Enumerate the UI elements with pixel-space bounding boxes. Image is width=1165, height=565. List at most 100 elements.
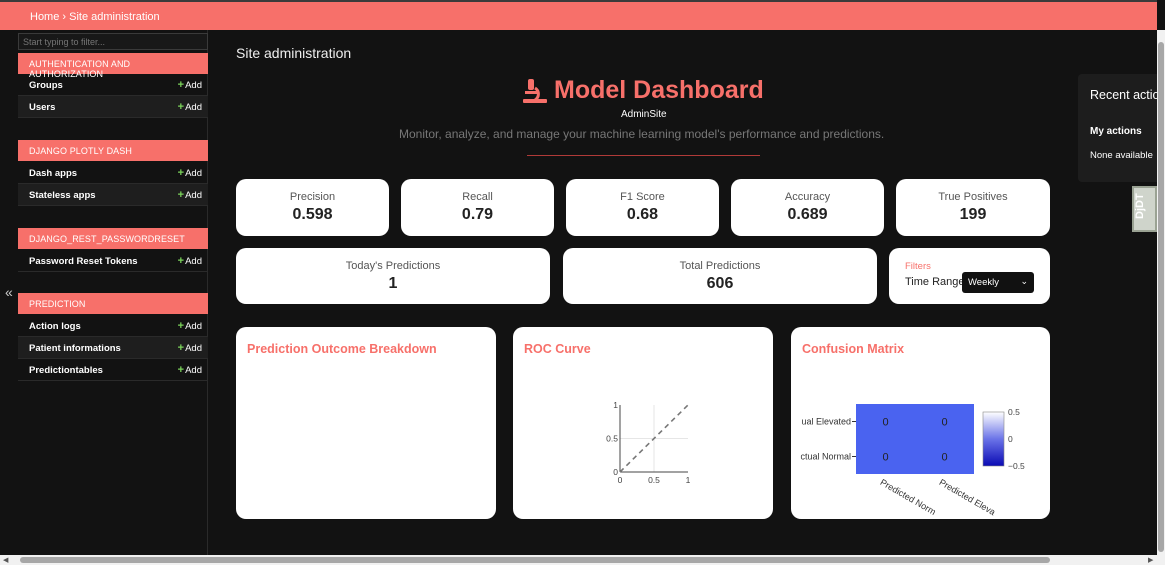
horizontal-scrollbar-thumb[interactable] [20,557,1050,563]
add-label: Add [185,343,202,354]
breadcrumb-home[interactable]: Home [30,11,59,23]
plus-icon: + [177,255,185,267]
todays-predictions-card: Today's Predictions 1 [236,248,550,304]
dashboard-title-text: Model Dashboard [554,76,764,104]
metric-value: 1 [388,275,398,292]
section-auth[interactable]: AUTHENTICATION AND AUTHORIZATION [18,53,208,79]
heatmap-cell-value: 0 [941,452,947,464]
sidebar-item-label[interactable]: Users [29,102,55,113]
metric-label: Today's Predictions [345,260,441,272]
add-predictiontables-button[interactable]: +Add [178,364,202,376]
roc-x-tick-label: 1 [686,475,691,485]
sidebar-item-patient-informations[interactable]: Patient informations +Add [18,337,208,359]
add-dash-apps-button[interactable]: +Add [178,167,202,179]
roc-y-tick-label: 0 [613,467,618,477]
sidebar-item-action-logs[interactable]: Action logs +Add [18,315,208,337]
sidebar-item-label[interactable]: Predictiontables [29,365,103,376]
header-bar: Home › Site administration [0,0,1157,30]
sidebar-item-predictiontables[interactable]: Predictiontables +Add [18,359,208,381]
add-patient-informations-button[interactable]: +Add [178,342,202,354]
metric-label: Precision [289,191,336,203]
metric-label: True Positives [938,191,1008,203]
add-label: Add [185,168,202,179]
sidebar-item-users[interactable]: Users +Add [18,96,208,118]
add-label: Add [185,321,202,332]
vertical-scrollbar-thumb[interactable] [1158,42,1164,552]
plus-icon: + [177,189,185,201]
roc-y-tick-label: 0.5 [606,434,618,444]
add-groups-button[interactable]: +Add [178,79,202,91]
heatmap-row-label: ctual Normal [800,452,851,462]
add-label: Add [185,190,202,201]
add-label: Add [185,80,202,91]
time-range-value: Weekly [968,277,999,288]
heatmap-cell-value: 0 [882,452,888,464]
add-password-reset-tokens-button[interactable]: +Add [178,255,202,267]
roc-curve-card: ROC Curve 0 0.5 1 0 0.5 1 [513,327,773,519]
plus-icon: + [177,364,185,376]
colorbar-tick-label: −0.5 [1008,461,1025,471]
metric-label: Recall [462,191,493,203]
heatmap-col-label: Predicted Eleva [938,477,998,517]
sidebar-item-groups[interactable]: Groups +Add [18,74,208,96]
sidebar-item-label[interactable]: Action logs [29,321,81,332]
add-users-button[interactable]: +Add [178,101,202,113]
plus-icon: + [177,79,185,91]
sidebar-item-label[interactable]: Stateless apps [29,190,96,201]
dashboard-subtitle: Monitor, analyze, and manage your machin… [399,127,885,141]
filters-title: Filters [905,261,931,272]
horizontal-scrollbar[interactable]: ◀ ▶ [0,555,1165,565]
time-range-label: Time Range [905,276,965,288]
chevron-down-icon: ⌄ [1020,276,1028,286]
debug-toolbar-handle[interactable]: DjDT [1132,186,1157,232]
metric-card-precision: Precision 0.598 [236,179,389,236]
heatmap-cell-value: 0 [941,417,947,429]
add-action-logs-button[interactable]: +Add [178,320,202,332]
add-stateless-apps-button[interactable]: +Add [178,189,202,201]
sidebar-item-password-reset-tokens[interactable]: Password Reset Tokens +Add [18,250,208,272]
section-prediction[interactable]: PREDICTION [18,293,208,314]
breadcrumb-separator: › [62,11,67,23]
metric-card-f1: F1 Score 0.68 [566,179,719,236]
scroll-left-icon[interactable]: ◀ [3,556,8,564]
plus-icon: + [177,342,185,354]
roc-curve-chart: 0 0.5 1 0 0.5 1 [606,400,691,485]
sidebar-item-dash-apps[interactable]: Dash apps +Add [18,162,208,184]
sidebar-item-label[interactable]: Groups [29,80,63,91]
collapse-sidebar-button[interactable]: « [5,284,13,300]
sidebar-item-label[interactable]: Password Reset Tokens [29,256,138,267]
outcome-breakdown-card: Prediction Outcome Breakdown [236,327,496,519]
plus-icon: + [177,320,185,332]
add-label: Add [185,365,202,376]
outcome-breakdown-title: Prediction Outcome Breakdown [247,342,437,356]
roc-x-tick-label: 0 [618,475,623,485]
metric-value: 199 [959,206,987,223]
heatmap-row-label: ual Elevated [801,417,851,427]
colorbar-tick-label: 0 [1008,434,1013,444]
colorbar [982,411,1005,467]
metric-card-recall: Recall 0.79 [401,179,554,236]
time-range-select[interactable]: Weekly ⌄ [962,272,1034,293]
heatmap-cell-value: 0 [882,417,888,429]
recent-actions-title: Recent actio [1090,88,1160,102]
vertical-scrollbar[interactable] [1157,30,1165,555]
recent-actions-panel: Recent actio My actions None available [1078,74,1165,182]
heatmap-col-label: Predicted Norm [879,477,938,517]
sidebar-filter-input[interactable] [18,33,208,50]
roc-x-tick-label: 0.5 [648,475,660,485]
section-plotly-dash[interactable]: DJANGO PLOTLY DASH [18,140,208,161]
sidebar-item-label[interactable]: Patient informations [29,343,121,354]
metric-value: 0.79 [461,206,494,223]
metric-card-true-positives: True Positives 199 [896,179,1050,236]
microscope-icon [523,79,547,103]
dashboard-title: Model Dashboard [522,76,764,105]
sidebar-item-stateless-apps[interactable]: Stateless apps +Add [18,184,208,206]
sidebar-item-label[interactable]: Dash apps [29,168,77,179]
site-name: AdminSite [621,109,667,120]
section-password-reset[interactable]: DJANGO_REST_PASSWORDRESET [18,228,208,249]
breadcrumb-current: Site administration [69,11,160,23]
my-actions-heading: My actions [1090,126,1142,137]
no-actions-text: None available [1090,150,1153,161]
add-label: Add [185,256,202,267]
scroll-right-icon[interactable]: ▶ [1148,556,1153,564]
